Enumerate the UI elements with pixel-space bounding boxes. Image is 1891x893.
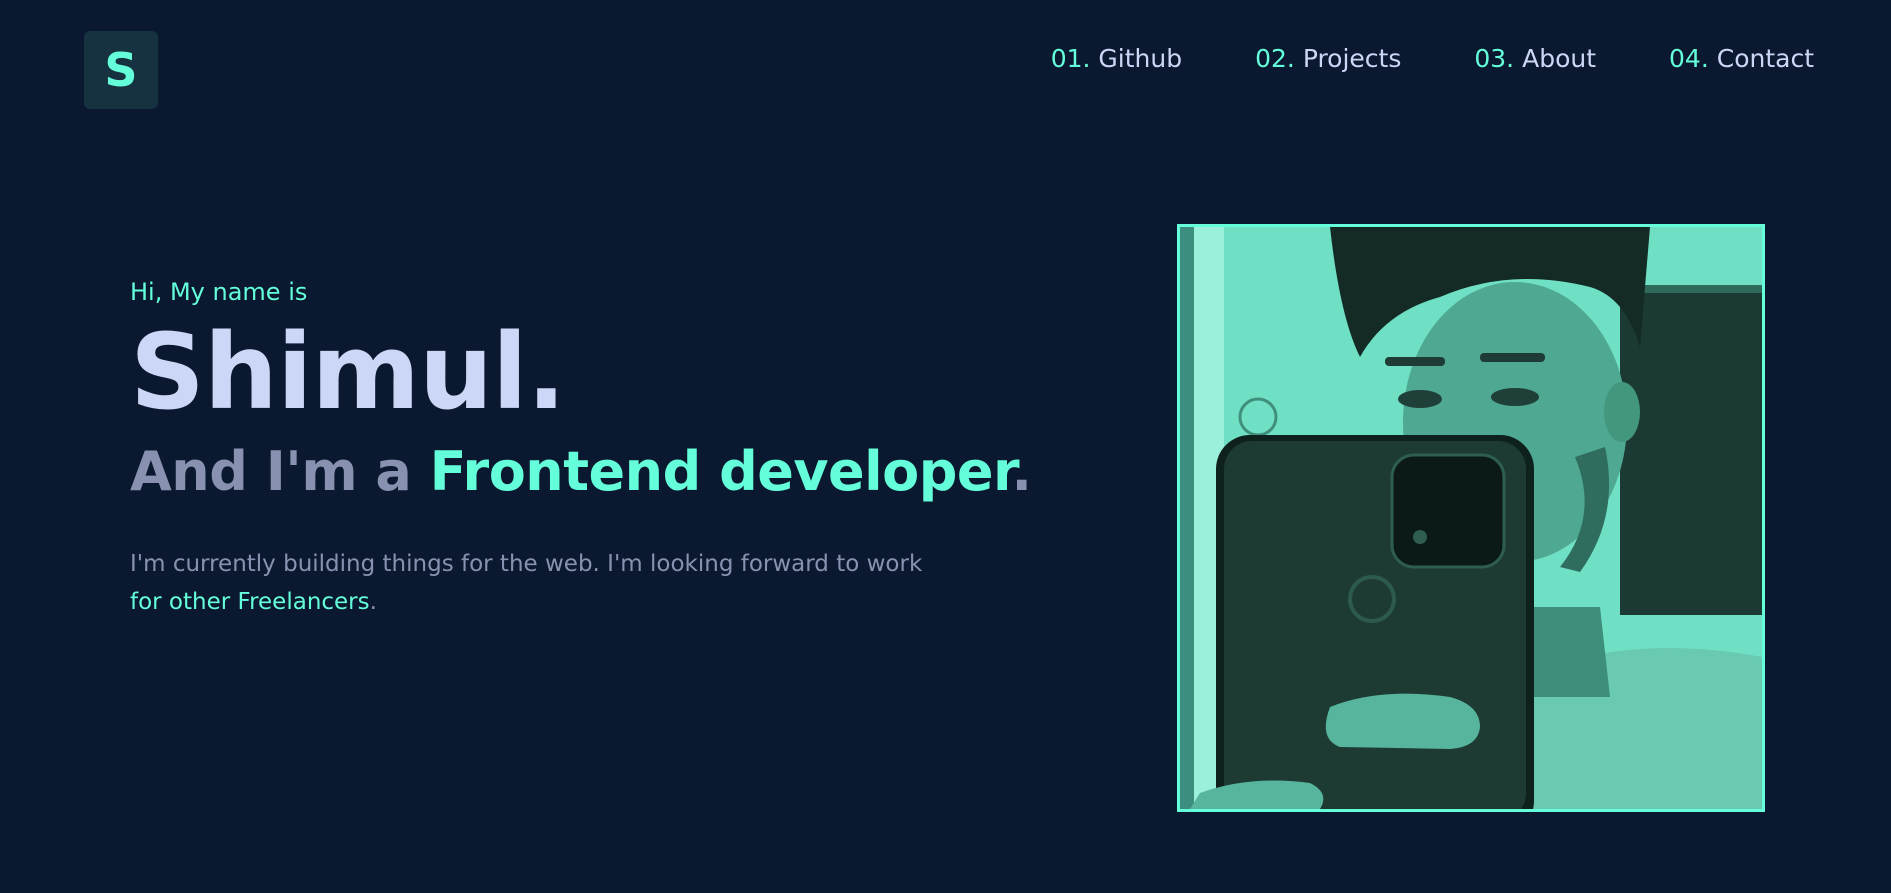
nav-number: 01.: [1050, 44, 1091, 73]
nav-number: 02.: [1255, 44, 1295, 73]
profile-photo-image: [1180, 227, 1762, 809]
main-nav: 01. Github 02. Projects 03. About 04. Co…: [1051, 44, 1814, 73]
nav-label: Contact: [1716, 44, 1814, 73]
hero-tagline: And I'm a Frontend developer.: [130, 440, 1032, 503]
description-text: I'm currently building things for the we…: [130, 551, 923, 578]
nav-label: Projects: [1302, 44, 1402, 73]
hero-name: Shimul.: [130, 311, 566, 433]
nav-link-github[interactable]: 01. Github: [1051, 44, 1182, 73]
profile-photo: [1177, 224, 1765, 812]
tagline-role: Frontend developer: [429, 440, 1012, 503]
nav-link-contact[interactable]: 04. Contact: [1669, 44, 1814, 73]
nav-link-about[interactable]: 03. About: [1474, 44, 1596, 73]
logo-letter: S: [104, 43, 138, 97]
logo[interactable]: S: [84, 31, 158, 109]
nav-label: Github: [1098, 44, 1183, 73]
freelancers-link[interactable]: for other Freelancers: [130, 589, 370, 615]
nav-number: 03.: [1474, 44, 1515, 73]
nav-number: 04.: [1669, 44, 1709, 73]
nav-label: About: [1522, 44, 1597, 73]
description-end: .: [369, 589, 377, 616]
nav-link-projects[interactable]: 02. Projects: [1255, 44, 1401, 73]
tagline-prefix: And I'm a: [130, 440, 430, 503]
hero-greeting: Hi, My name is: [130, 278, 308, 306]
tagline-suffix: .: [1011, 440, 1033, 503]
hero-description: I'm currently building things for the we…: [130, 545, 942, 621]
hero-section: Hi, My name is Shimul. And I'm a Fronten…: [130, 278, 1032, 621]
